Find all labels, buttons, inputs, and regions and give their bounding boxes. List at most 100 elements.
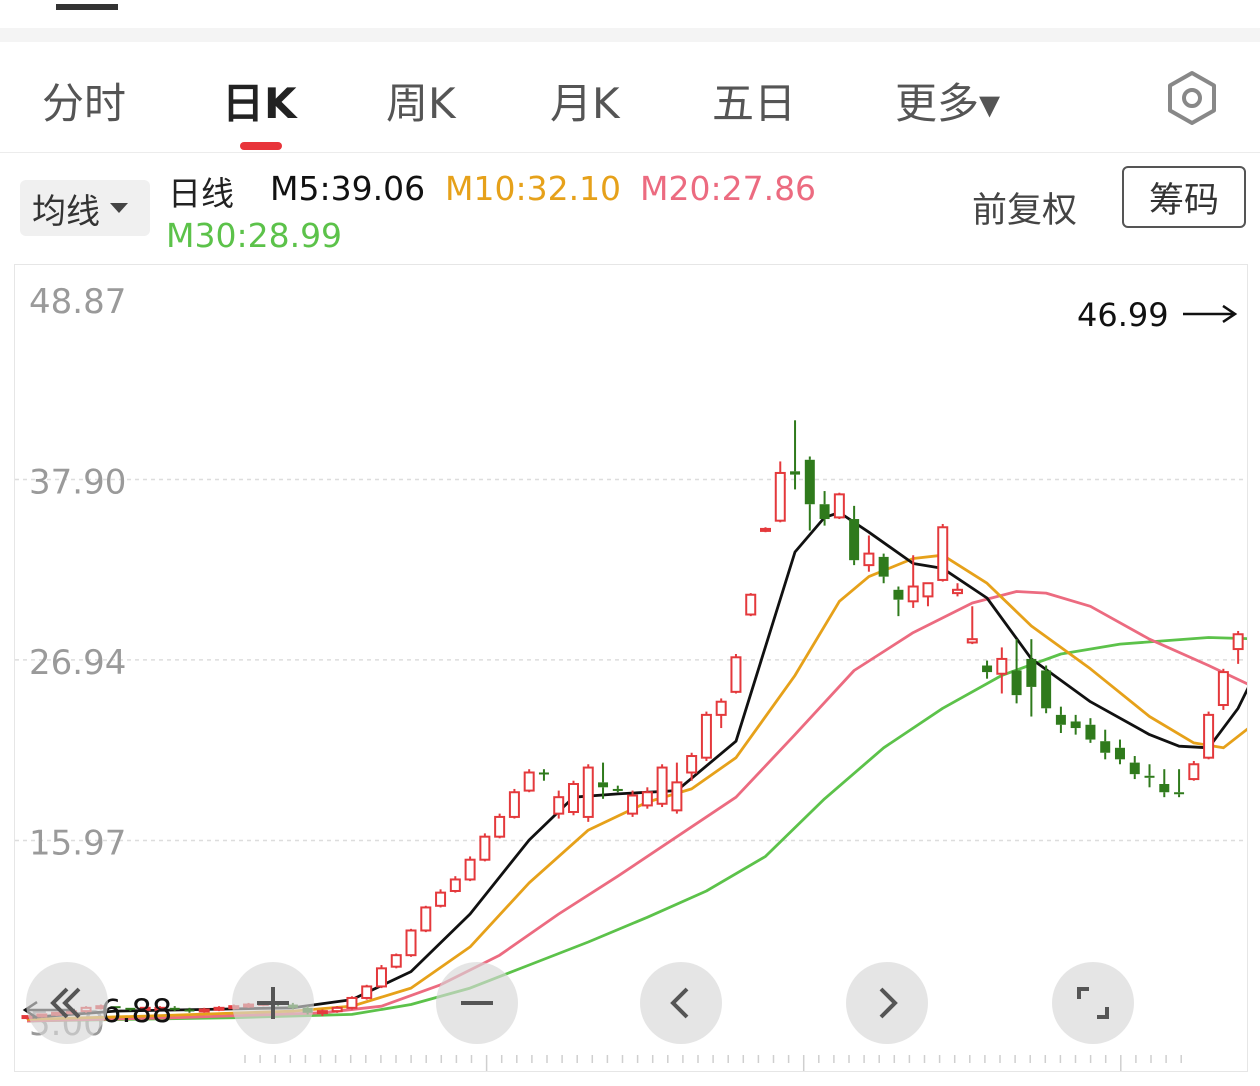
tab-daily-k[interactable]: 日K [222, 70, 297, 131]
candle-up [405, 928, 417, 957]
candle-down [538, 769, 549, 781]
candle-up [331, 1006, 343, 1013]
candle-up [937, 523, 949, 582]
ma10-line [26, 553, 1260, 1021]
candle-down [1026, 639, 1037, 717]
tab-intraday[interactable]: 分时 [42, 70, 126, 131]
candle-body [804, 459, 815, 505]
scroll-right-button[interactable] [846, 962, 928, 1044]
scroll-left-button[interactable] [640, 962, 722, 1044]
candle-up [641, 787, 653, 809]
chevron-right-icon [879, 987, 898, 1019]
candle-down [1100, 729, 1111, 760]
candle-body [1188, 763, 1200, 781]
candle-up [671, 762, 683, 814]
max-price-label: 46.99 [1077, 296, 1169, 334]
candle-body [863, 552, 875, 567]
scroll-to-start-button[interactable] [26, 962, 108, 1044]
zoom-out-button[interactable] [436, 962, 518, 1044]
candle-up [745, 593, 757, 617]
candle-up [523, 769, 535, 793]
candle-body [331, 1006, 343, 1013]
candle-up [760, 527, 771, 533]
candle-body [523, 771, 535, 792]
top-app-bar [0, 0, 1260, 28]
candle-body [538, 772, 549, 775]
candle-body [966, 638, 978, 644]
fullscreen-icon [1077, 987, 1109, 1019]
candle-body [213, 1006, 225, 1011]
candle-down [1114, 739, 1125, 765]
candle-up [435, 889, 447, 908]
candle-down [1159, 769, 1170, 798]
candle-body [508, 791, 520, 818]
ma-select-dropdown[interactable]: 均线 [20, 180, 150, 236]
candle-body [1144, 775, 1155, 778]
candle-down [1085, 718, 1096, 743]
tab-weekly-k[interactable]: 周K [386, 70, 456, 131]
candle-up [390, 953, 402, 969]
price-tick-label: 48.87 [29, 282, 126, 322]
chevron-left-icon [670, 987, 689, 1019]
max-arrow-icon [1183, 304, 1238, 323]
candle-body [1203, 713, 1215, 759]
candle-body [375, 967, 387, 988]
candle-body [184, 1009, 195, 1012]
candle-body [198, 1008, 210, 1013]
candle-up [1203, 711, 1215, 760]
tab-more[interactable]: 更多▾ [895, 70, 1000, 131]
candle-up [952, 583, 964, 597]
candle-up [567, 780, 579, 816]
candle-body [598, 782, 609, 788]
candle-down [1011, 639, 1022, 704]
candle-down [1070, 714, 1081, 735]
candle-body [1070, 721, 1081, 729]
candle-up [420, 905, 432, 933]
double-chevron-left-icon [50, 987, 81, 1019]
minus-icon [461, 1001, 493, 1005]
candle-body [390, 954, 402, 968]
candle-body [449, 878, 461, 892]
zoom-in-button[interactable] [232, 962, 314, 1044]
candle-up [833, 492, 845, 520]
tab-five-day[interactable]: 五日 [712, 70, 796, 131]
ma5-value: M5:39.06 [270, 169, 426, 208]
candle-body [361, 985, 373, 999]
candle-up [375, 965, 387, 989]
candle-body [494, 815, 506, 838]
adjust-toggle[interactable]: 前复权 [972, 182, 1077, 233]
candle-body [1026, 658, 1037, 687]
candle-body [760, 527, 771, 532]
active-tab-underline [240, 142, 282, 150]
fullscreen-button[interactable] [1052, 962, 1134, 1044]
candle-down [982, 660, 993, 679]
candle-body [567, 783, 579, 813]
candle-body [420, 906, 432, 932]
candle-body [1159, 784, 1170, 793]
candle-body [641, 791, 653, 807]
candle-up [1217, 668, 1229, 710]
candle-body [464, 858, 476, 881]
candle-up [1232, 630, 1244, 664]
candle-body [671, 781, 683, 812]
period-label: 日线 [168, 174, 234, 213]
kline-chart[interactable]: 48.8737.9026.9415.975.00 46.996.88 [14, 264, 1260, 1072]
price-tick-label: 37.90 [29, 463, 126, 503]
candle-body [1232, 633, 1244, 651]
settings-gear-icon[interactable] [1164, 70, 1220, 126]
tab-monthly-k[interactable]: 月K [550, 70, 620, 131]
candle-up [494, 813, 506, 839]
candle-body [774, 471, 786, 522]
candle-up [700, 711, 712, 761]
candle-body [686, 755, 698, 774]
candle-down [804, 456, 815, 531]
candle-down [1055, 706, 1066, 733]
candle-down [1129, 756, 1140, 780]
chips-button[interactable]: 筹码 [1122, 166, 1246, 228]
candle-body [922, 582, 934, 598]
candle-body [893, 589, 904, 600]
candle-body [316, 1010, 328, 1015]
candle-up [346, 996, 358, 1010]
candle-up [922, 582, 934, 607]
candle-body [479, 835, 491, 861]
